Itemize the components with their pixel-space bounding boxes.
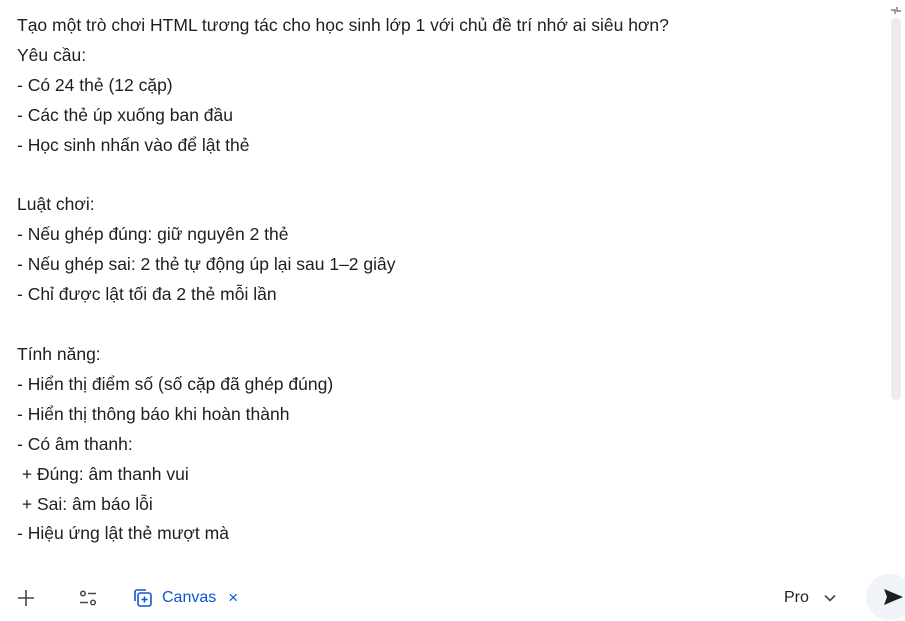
canvas-chip[interactable]: Canvas × — [132, 586, 238, 610]
prompt-line: Tạo một trò chơi HTML tương tác cho học … — [17, 15, 669, 35]
prompt-line: + Đúng: âm thanh vui — [17, 463, 189, 484]
prompt-line: - Các thẻ úp xuống ban đầu — [17, 104, 233, 125]
prompt-blank-line — [17, 314, 22, 334]
prompt-line: - Học sinh nhấn vào để lật thẻ — [17, 134, 250, 155]
prompt-line: Luật chơi: — [17, 194, 95, 215]
prompt-line: Yêu cầu: — [17, 44, 87, 65]
plus-icon — [18, 590, 34, 606]
prompt-line: - Có 24 thẻ (12 cặp) — [17, 74, 173, 95]
add-button[interactable] — [12, 584, 40, 612]
chevron-down-icon — [824, 594, 836, 602]
prompt-line: - Chỉ được lật tối đa 2 thẻ mỗi lần — [17, 284, 277, 305]
prompt-line: - Hiệu ứng lật thẻ mượt mà — [17, 523, 229, 544]
model-label: Pro — [784, 589, 809, 606]
prompt-text[interactable]: Tạo một trò chơi HTML tương tác cho học … — [17, 11, 669, 549]
tune-icon — [79, 590, 97, 606]
prompt-line: - Hiển thị điểm số (số cặp đã ghép đúng) — [17, 373, 334, 394]
canvas-label: Canvas — [162, 589, 217, 606]
prompt-line: - Nếu ghép đúng: giữ nguyên 2 thẻ — [17, 224, 289, 245]
prompt-line: - Có âm thanh: — [17, 433, 133, 454]
prompt-blank-line — [17, 165, 22, 185]
prompt-line: + Sai: âm báo lỗi — [17, 493, 153, 514]
send-button[interactable] — [866, 574, 905, 620]
prompt-line: Tính năng: — [17, 343, 101, 364]
close-icon[interactable]: × — [228, 588, 238, 608]
tools-button[interactable] — [74, 584, 102, 612]
model-selector[interactable]: Pro — [784, 586, 837, 610]
canvas-icon — [134, 589, 152, 607]
prompt-line: - Nếu ghép sai: 2 thẻ tự động úp lại sau… — [17, 254, 396, 275]
send-icon — [884, 589, 903, 605]
prompt-line: - Hiển thị thông báo khi hoàn thành — [17, 403, 290, 424]
input-toolbar: Canvas × Pro — [0, 574, 905, 621]
prompt-scrollbar[interactable] — [891, 18, 901, 400]
prompt-input[interactable]: Tạo một trò chơi HTML tương tác cho học … — [0, 0, 880, 560]
